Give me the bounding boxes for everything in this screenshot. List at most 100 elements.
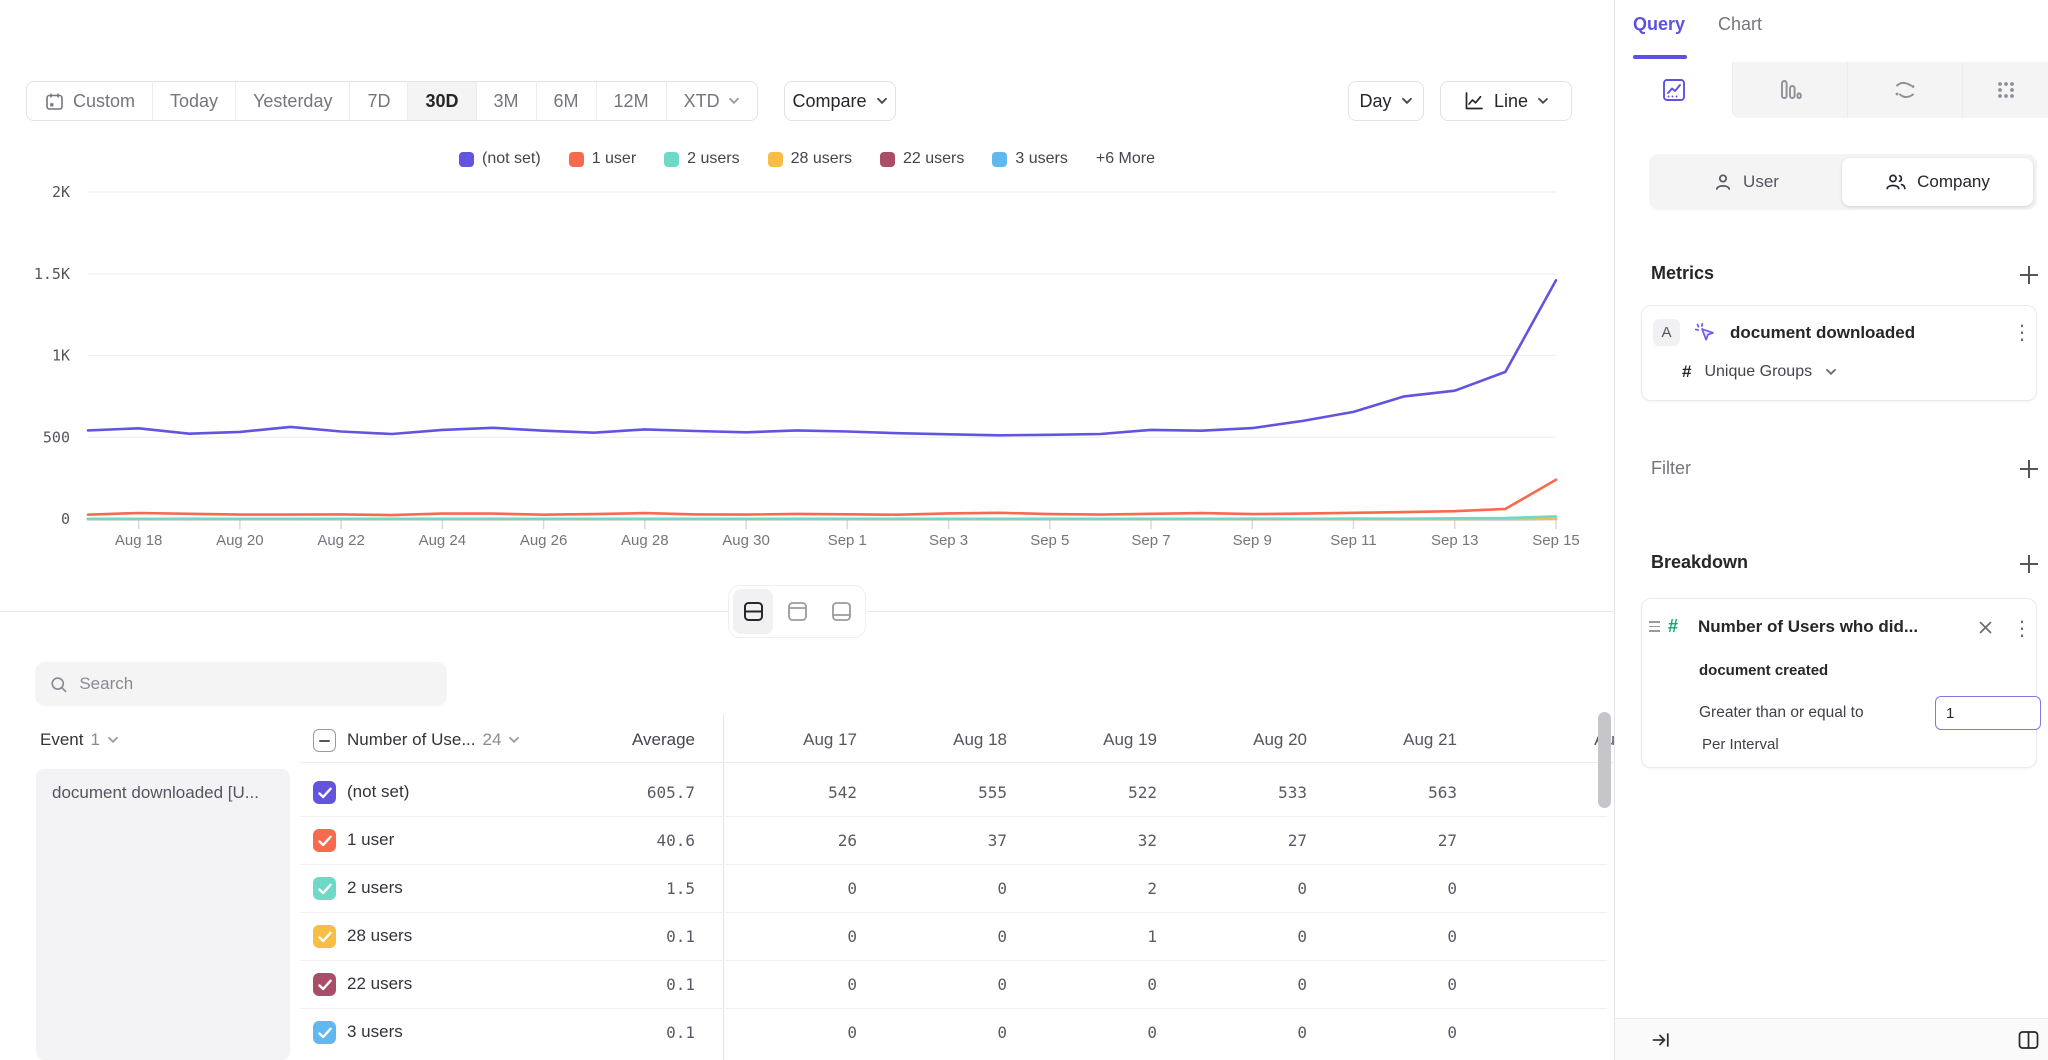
svg-text:Aug 26: Aug 26 [520, 532, 568, 549]
average-value: 0.1 [555, 1023, 695, 1042]
layout-toggle-group [728, 585, 866, 638]
date-column-header[interactable]: Aug 19 [1017, 718, 1157, 762]
table-scrollbar[interactable] [1598, 712, 1611, 808]
metrics-heading: Metrics [1651, 263, 1714, 284]
breakdown-card[interactable]: # Number of Users who did... ⋮ document … [1641, 598, 2037, 768]
cell-value: 32 [1017, 831, 1157, 850]
svg-text:1K: 1K [52, 347, 70, 365]
svg-text:Sep 11: Sep 11 [1330, 532, 1376, 549]
svg-text:Sep 3: Sep 3 [929, 532, 968, 549]
chart-type-tab-line[interactable] [1615, 62, 1732, 118]
cell-value: 0 [1167, 1023, 1307, 1042]
svg-text:500: 500 [43, 428, 70, 446]
date-column-header[interactable]: Aug 17 [717, 718, 857, 762]
cell-value: 0 [717, 879, 857, 898]
columns-layout-icon[interactable] [2017, 1029, 2040, 1051]
cell-value: 0 [1508, 975, 1614, 994]
collapse-panel-icon[interactable] [1651, 1030, 1671, 1050]
per-interval-label: Per Interval [1702, 736, 1779, 753]
average-column-header[interactable]: Average [555, 718, 695, 762]
cell-value: 0 [1317, 879, 1457, 898]
scope-company[interactable]: Company [1842, 158, 2033, 206]
chart-main-area: Custom Today Yesterday 7D 30D 3M 6M 12M … [0, 0, 1614, 1060]
add-breakdown-button[interactable] [2019, 554, 2039, 574]
add-filter-button[interactable] [2019, 459, 2039, 479]
row-checkbox[interactable] [313, 1021, 336, 1044]
cell-value: 27 [1317, 831, 1457, 850]
table-row: 28 users0.1001000 [0, 913, 1614, 961]
chart-type-tab-grid[interactable] [1962, 62, 2048, 118]
select-all-checkbox[interactable] [313, 729, 336, 752]
average-value: 1.5 [555, 879, 695, 898]
drag-handle-icon[interactable] [1649, 621, 1660, 632]
date-column-header[interactable]: Aug 20 [1167, 718, 1307, 762]
svg-text:Sep 13: Sep 13 [1431, 532, 1479, 549]
tab-query[interactable]: Query [1633, 14, 1685, 35]
row-checkbox[interactable] [313, 973, 336, 996]
cell-value: 0 [867, 927, 1007, 946]
group-column-header[interactable]: Number of Use... 24 [347, 718, 520, 762]
search-input[interactable] [79, 674, 433, 694]
row-checkbox[interactable] [313, 781, 336, 804]
line-chart[interactable]: 05001K1.5K2KAug 18Aug 20Aug 22Aug 24Aug … [0, 0, 1614, 565]
metric-letter-badge: A [1653, 319, 1680, 346]
date-column-header[interactable]: Aug 21 [1317, 718, 1457, 762]
date-column-header[interactable]: Aug 18 [867, 718, 1007, 762]
cell-value: 28 [1508, 831, 1614, 850]
svg-text:1.5K: 1.5K [34, 265, 70, 283]
layout-split-button[interactable] [733, 589, 773, 634]
event-column-header[interactable]: Event 1 [40, 718, 119, 762]
analytics-app: Custom Today Yesterday 7D 30D 3M 6M 12M … [0, 0, 2048, 1060]
filter-heading: Filter [1651, 458, 1691, 479]
company-icon [1885, 172, 1907, 192]
measure-dropdown[interactable]: # Unique Groups [1682, 362, 1837, 382]
breakdown-menu-icon[interactable]: ⋮ [2012, 618, 2032, 638]
scope-user[interactable]: User [1653, 158, 1839, 206]
cell-value: 0 [867, 975, 1007, 994]
cell-value: 0 [1508, 927, 1614, 946]
svg-text:0: 0 [61, 510, 70, 528]
cell-value: 0 [1167, 927, 1307, 946]
top-pane-icon [786, 600, 809, 623]
split-view-icon [742, 600, 765, 623]
average-value: 0.1 [555, 975, 695, 994]
cell-value: 533 [1167, 783, 1307, 802]
cell-value: 0 [717, 975, 857, 994]
cell-value: 0 [1317, 1023, 1457, 1042]
chevron-down-icon [508, 736, 520, 744]
cell-value: 26 [717, 831, 857, 850]
svg-text:Sep 15: Sep 15 [1532, 532, 1580, 549]
table-row: 1 user40.6263732272728 [0, 817, 1614, 865]
layout-chart-only-button[interactable] [777, 589, 817, 634]
cell-value: 0 [1017, 975, 1157, 994]
cell-value: 0 [1317, 927, 1457, 946]
tab-chart[interactable]: Chart [1718, 14, 1762, 35]
table-search [35, 662, 447, 706]
row-label: (not set) [347, 782, 409, 802]
cell-value: 563 [1317, 783, 1457, 802]
add-metric-button[interactable] [2019, 265, 2039, 285]
close-icon[interactable] [1978, 620, 1993, 635]
svg-text:2K: 2K [52, 183, 70, 201]
row-checkbox[interactable] [313, 829, 336, 852]
metric-card[interactable]: A document downloaded ⋮ # Unique Groups [1641, 305, 2037, 401]
chart-type-tab-bar[interactable] [1732, 62, 1847, 118]
scope-toggle: User Company [1649, 154, 2037, 210]
row-label: 22 users [347, 974, 412, 994]
cell-value: 0 [867, 879, 1007, 898]
row-checkbox[interactable] [313, 877, 336, 900]
query-panel: Query Chart [1614, 0, 2048, 1060]
metric-name: document downloaded [1730, 323, 1915, 343]
cell-value: 0 [1167, 879, 1307, 898]
svg-text:Aug 24: Aug 24 [419, 532, 467, 549]
panel-bottom-bar [1615, 1018, 2048, 1060]
layout-table-only-button[interactable] [821, 589, 861, 634]
cell-value: 1 [1017, 927, 1157, 946]
cell-value: 555 [867, 783, 1007, 802]
row-label: 2 users [347, 878, 403, 898]
times-value-input[interactable] [1935, 696, 2041, 730]
metric-menu-icon[interactable]: ⋮ [2012, 322, 2032, 342]
breakdown-heading: Breakdown [1651, 552, 1748, 573]
row-checkbox[interactable] [313, 925, 336, 948]
chart-type-tab-flow[interactable] [1847, 62, 1962, 118]
